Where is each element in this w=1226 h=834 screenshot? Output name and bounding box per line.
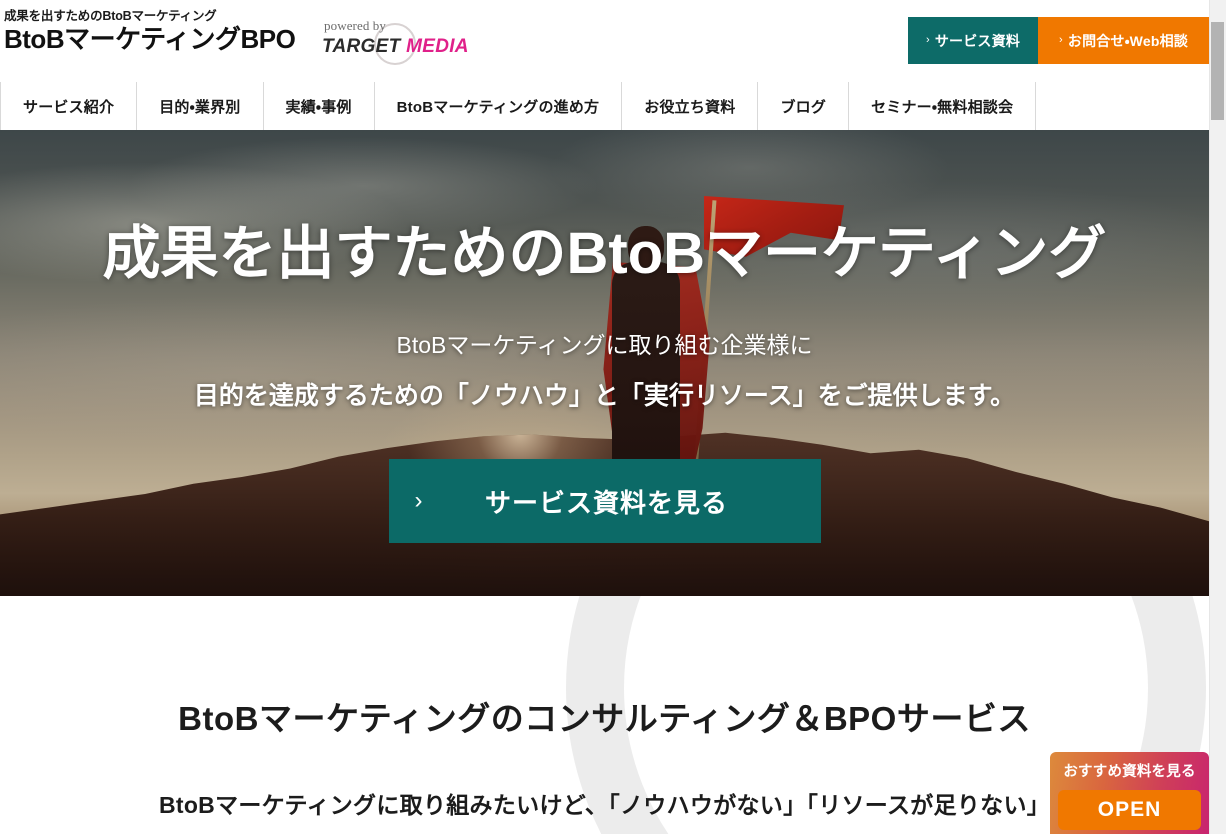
hero-service-document-label: サービス資料を見る (484, 487, 728, 518)
intro-section: BtoBマーケティングのコンサルティング＆BPOサービス BtoBマーケティング… (0, 596, 1209, 834)
logo-text-media: MEDIA (406, 36, 469, 57)
nav-end-divider (1035, 82, 1037, 130)
global-navigation: サービス紹介 目的・業界別 実績・事例 BtoBマーケティングの進め方 お役立ち… (0, 82, 1209, 130)
header-cta-group: › サービス資料 › お問合せ・Web相談 (908, 17, 1209, 64)
nav-item-how-to[interactable]: BtoBマーケティングの進め方 (373, 82, 622, 130)
site-logo[interactable]: 成果を出すためのBtoBマーケティング BtoBマーケティングBPO (4, 9, 296, 55)
nav-item-purpose-industry[interactable]: 目的・業界別 (136, 82, 262, 130)
header-contact-button[interactable]: › お問合せ・Web相談 (1038, 17, 1209, 64)
header-contact-label: お問合せ・Web相談 (1067, 32, 1188, 49)
hero-section: 成果を出すためのBtoBマーケティング BtoBマーケティングに取り組む企業様に… (0, 130, 1209, 596)
intro-heading: BtoBマーケティングのコンサルティング＆BPOサービス (178, 700, 1031, 737)
hero-content: 成果を出すためのBtoBマーケティング BtoBマーケティングに取り組む企業様に… (0, 130, 1209, 596)
hero-lead-line-1: BtoBマーケティングに取り組む企業様に (396, 332, 813, 358)
powered-by-logo: powered by TARGET MEDIA (322, 18, 492, 65)
widget-open-button[interactable]: OPEN (1058, 790, 1201, 830)
intro-paragraph: BtoBマーケティングに取り組みたいけど、「ノウハウがない」「リソースが足りない… (158, 792, 1051, 818)
page-scrollbar-track[interactable] (1209, 0, 1226, 834)
logo-text-target: TARGET (322, 36, 401, 57)
nav-item-seminar[interactable]: セミナー・無料相談会 (848, 82, 1035, 130)
brand-tagline: 成果を出すためのBtoBマーケティング (4, 9, 217, 23)
header-service-document-button[interactable]: › サービス資料 (908, 17, 1038, 64)
chevron-right-icon: › (925, 34, 930, 46)
target-media-logo: TARGET MEDIA (322, 36, 492, 58)
hero-lead-line-2: 目的を達成するための「ノウハウ」と「実行リソース」をご提供します。 (193, 382, 1016, 410)
recommended-documents-label: おすすめ資料を見る (1063, 764, 1196, 780)
nav-item-useful-documents[interactable]: お役立ち資料 (621, 82, 757, 130)
recommended-documents-widget[interactable]: おすすめ資料を見る OPEN (1050, 752, 1209, 834)
page-root: 成果を出すためのBtoBマーケティング BtoBマーケティングBPO power… (0, 0, 1226, 834)
page-scrollbar-thumb[interactable] (1211, 22, 1224, 120)
header-service-document-label: サービス資料 (934, 32, 1021, 49)
chevron-right-icon: › (414, 487, 423, 514)
hero-title: 成果を出すためのBtoBマーケティング (102, 221, 1107, 286)
chevron-right-icon: › (1059, 34, 1063, 46)
nav-item-service[interactable]: サービス紹介 (0, 82, 136, 130)
brand-name: BtoBマーケティングBPO (4, 24, 296, 55)
powered-by-label: powered by (324, 18, 387, 33)
nav-item-results-cases[interactable]: 実績・事例 (262, 82, 374, 130)
hero-service-document-button[interactable]: › サービス資料を見る (388, 459, 821, 543)
site-header: 成果を出すためのBtoBマーケティング BtoBマーケティングBPO power… (0, 0, 1209, 82)
intro-content: BtoBマーケティングのコンサルティング＆BPOサービス BtoBマーケティング… (0, 596, 1209, 820)
nav-item-blog[interactable]: ブログ (757, 82, 848, 130)
